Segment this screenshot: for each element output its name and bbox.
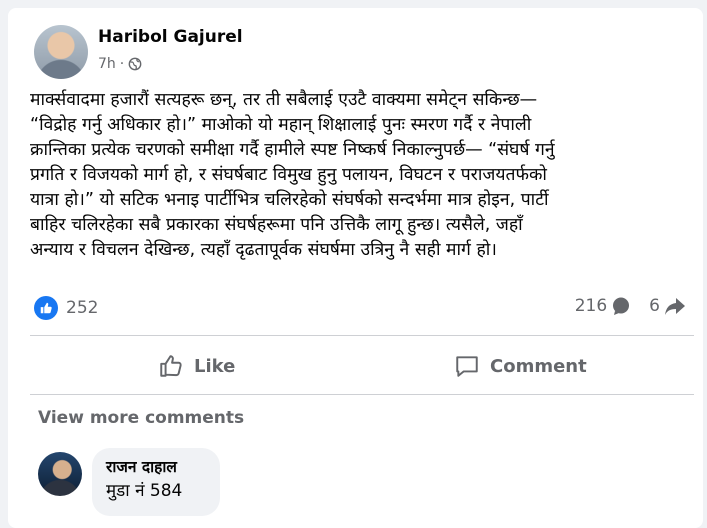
comment-icon: [456, 356, 478, 377]
post-meta: 7h ·: [98, 56, 142, 72]
post-stats: 252 216 6: [34, 296, 686, 322]
comments-count[interactable]: 216: [575, 296, 631, 316]
comments-number: 216: [574, 296, 608, 316]
thumbs-up-icon: [160, 355, 182, 377]
shares-count[interactable]: 6: [649, 296, 686, 316]
author-name[interactable]: Haribol Gajurel: [98, 27, 243, 47]
commenter-avatar[interactable]: [38, 452, 82, 496]
actions-divider: [30, 394, 694, 395]
shares-number: 6: [649, 296, 660, 316]
comment-bubble: राजन दाहाल मुडा नं 584: [92, 448, 220, 516]
comment-text: मुडा नं 584: [106, 481, 183, 501]
post-text: मार्क्सवादमा हजारौं सत्यहरू छन्, तर ती स…: [30, 90, 555, 260]
like-reaction-icon: [34, 296, 58, 320]
meta-separator: ·: [119, 56, 125, 72]
reactions-number: 252: [66, 298, 99, 318]
like-label: Like: [194, 355, 236, 377]
share-arrow-icon: [665, 298, 685, 315]
post-time[interactable]: 7h: [98, 56, 116, 72]
like-button[interactable]: Like: [158, 348, 235, 384]
comment-label: Comment: [490, 355, 587, 377]
comment-button[interactable]: Comment: [454, 348, 587, 384]
reactions-count[interactable]: 252: [34, 296, 98, 320]
post-card: Haribol Gajurel 7h · मार्क्सवादमा हजारौं…: [8, 8, 703, 528]
globe-icon[interactable]: [128, 57, 142, 71]
author-avatar[interactable]: [34, 25, 88, 79]
stats-divider: [30, 335, 694, 336]
comment-bubble-icon: [613, 297, 630, 315]
commenter-name[interactable]: राजन दाहाल: [106, 456, 206, 478]
view-more-comments[interactable]: View more comments: [38, 408, 244, 428]
engagement-counts: 216 6: [575, 296, 686, 316]
